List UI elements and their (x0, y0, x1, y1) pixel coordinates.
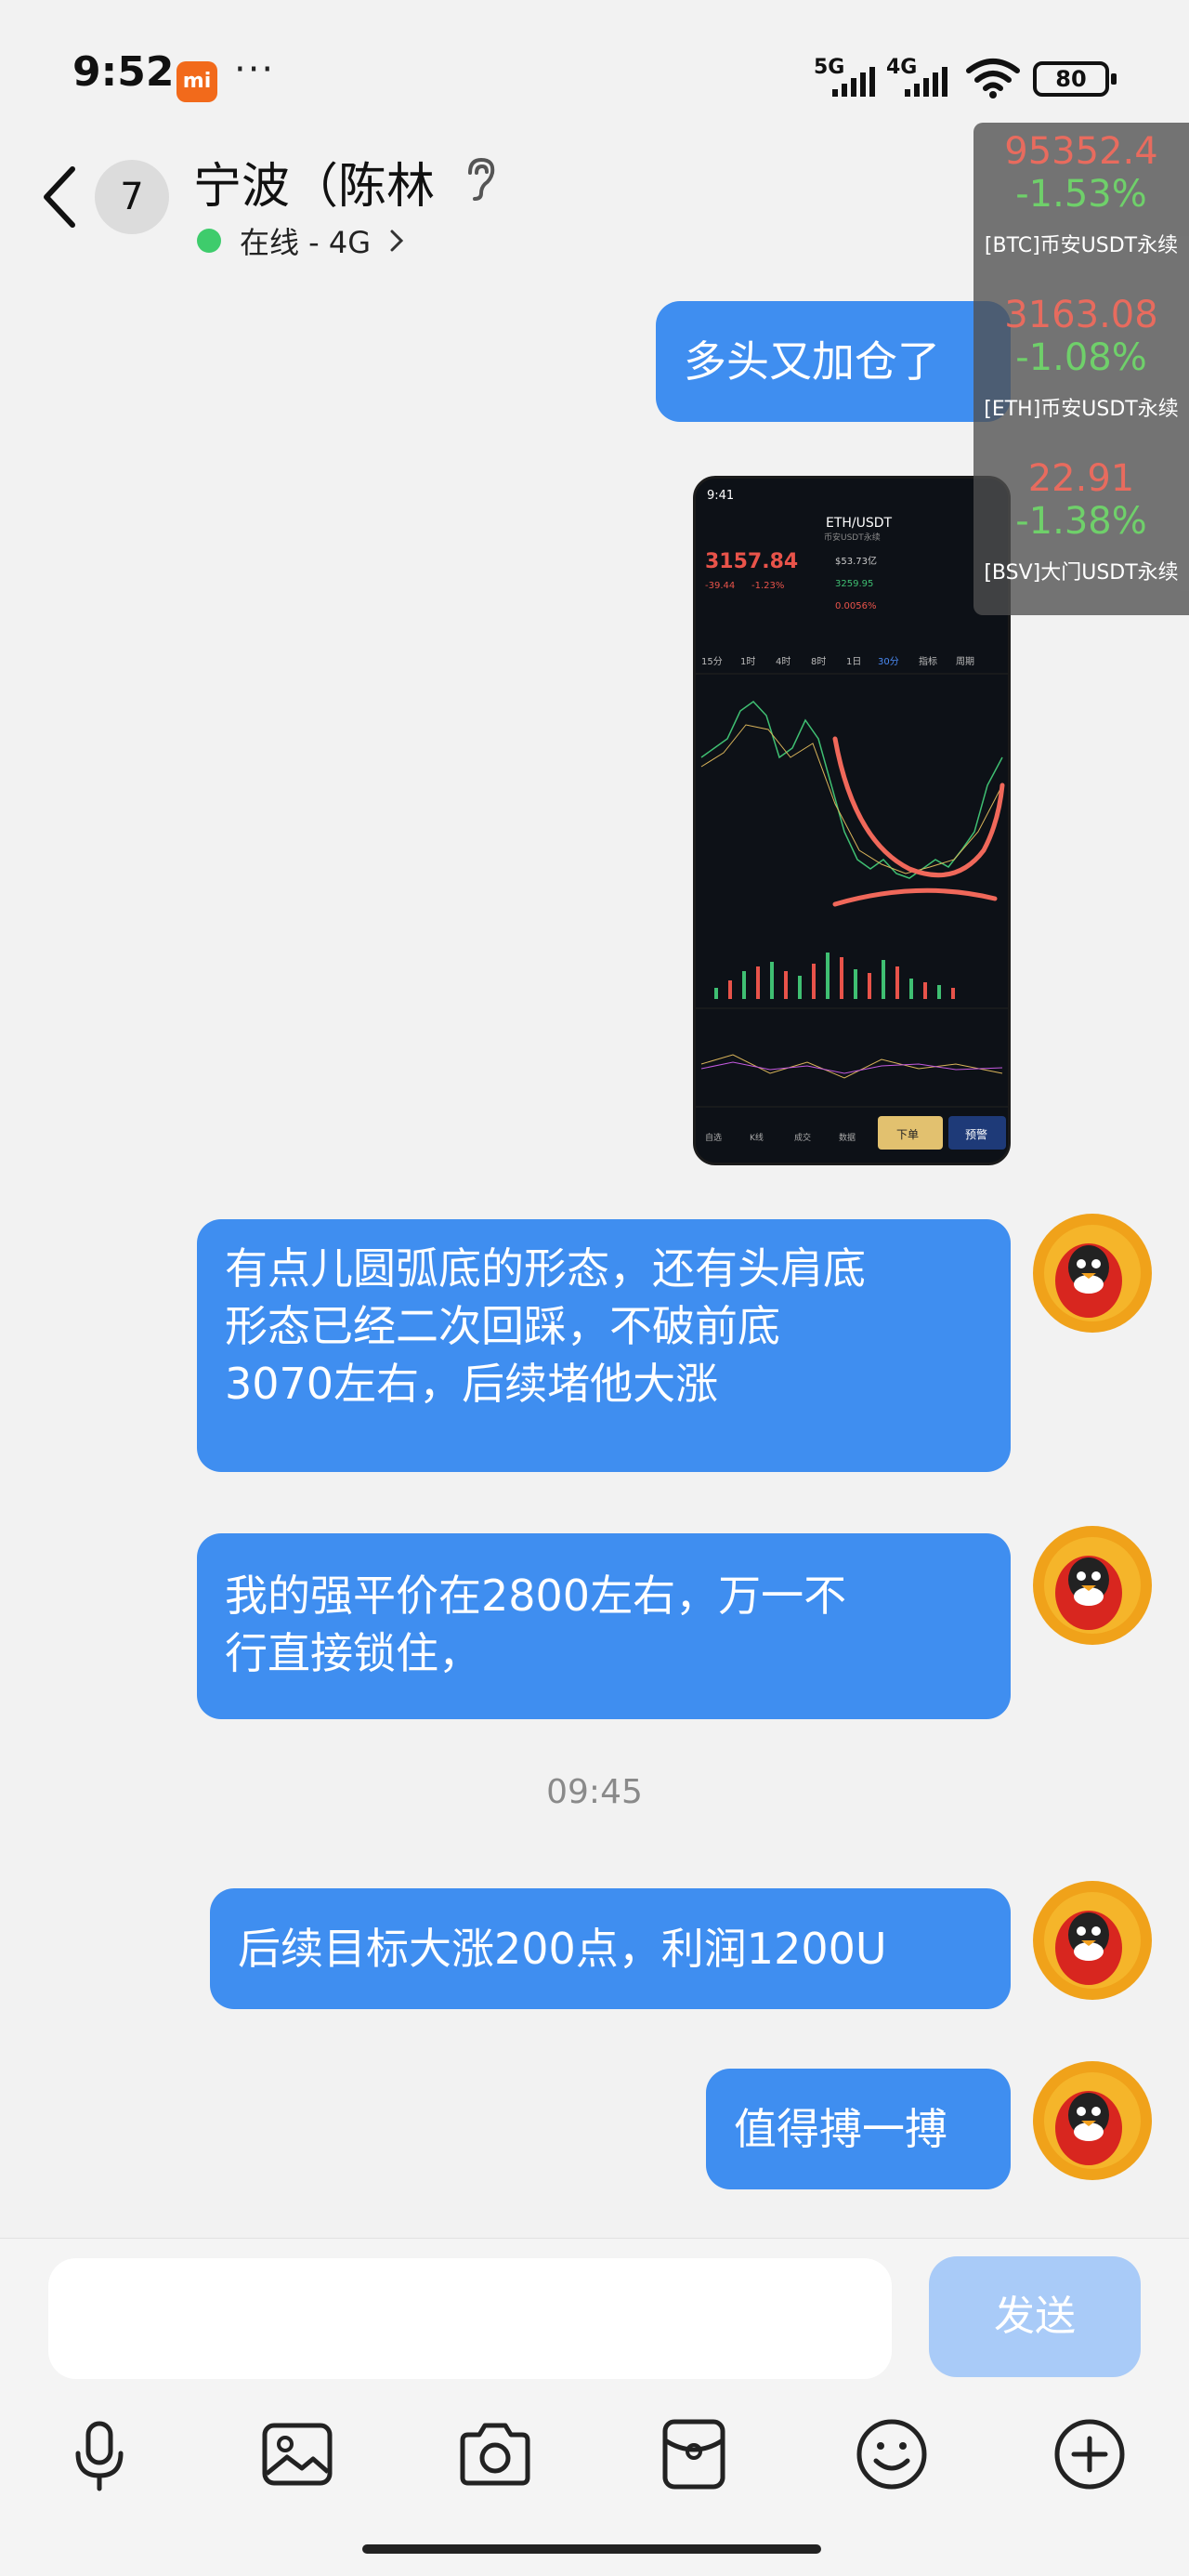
ticker-item: 3163.08 -1.08% [ETH]币安USDT永续 (973, 294, 1189, 422)
shot-time: 9:41 (707, 489, 734, 503)
shot-tab: 1时 (740, 656, 755, 667)
shot-tab: 指标 (919, 655, 937, 667)
shot-price: 3157.84 (705, 550, 798, 573)
signal-4g-icon: 4G (886, 56, 955, 99)
ticker-price: 22.91 (1027, 457, 1135, 500)
ticker-item: 22.91 -1.38% [BSV]大门USDT永续 (973, 457, 1189, 585)
message-text: 值得搏一搏 (734, 2104, 947, 2154)
ticker-label: [ETH]币安USDT永续 (984, 398, 1179, 421)
ear-icon[interactable] (463, 156, 500, 203)
status-time: 9:52 (72, 48, 175, 96)
message-bubble[interactable]: 有点儿圆弧底的形态，还有头肩底 形态已经二次回踩，不破前底 3070左右，后续堵… (197, 1219, 1011, 1472)
message-input[interactable] (48, 2258, 892, 2379)
red-packet-icon[interactable] (652, 2412, 736, 2496)
message-text-line: 形态已经二次回踩，不破前底 (225, 1301, 780, 1351)
shot-tab: 8时 (811, 656, 826, 667)
shot-change: -39.44 (705, 581, 735, 591)
image-icon[interactable] (255, 2412, 339, 2496)
battery-indicator: 80 (1033, 61, 1117, 97)
shot-pair-sub: 币安USDT永续 (824, 532, 881, 543)
message-bubble[interactable]: 我的强平价在2800左右，万一不 行直接锁住， (197, 1533, 1011, 1719)
shot-tab: 15分 (701, 656, 723, 667)
online-dot (197, 229, 221, 253)
message-bubble[interactable]: 后续目标大涨200点，利润1200U (210, 1888, 1011, 2009)
wifi-icon (966, 59, 1020, 99)
message-text: 后续目标大涨200点，利润1200U (238, 1924, 887, 1974)
back-icon[interactable] (37, 160, 84, 234)
ticker-item: 95352.4 -1.53% [BTC]币安USDT永续 (973, 130, 1189, 258)
more-notifications-icon: ··· (234, 48, 276, 91)
shot-funding: 0.0056% (835, 601, 877, 611)
ticker-change: -1.08% (1015, 336, 1147, 379)
chart-screenshot-content: 9:41 ETH/USDT 币安USDT永续 3157.84 -39.44 -1… (696, 479, 1008, 1163)
shot-alert-button: 预警 (965, 1127, 987, 1141)
shot-tab: 4时 (776, 656, 790, 667)
shot-high: 3259.95 (835, 579, 873, 589)
microphone-icon[interactable] (58, 2412, 141, 2496)
shared-chart-image[interactable]: 9:41 ETH/USDT 币安USDT永续 3157.84 -39.44 -1… (693, 476, 1011, 1165)
shot-nav: 数据 (839, 1132, 856, 1143)
shot-nav: K线 (750, 1132, 764, 1143)
ticker-change: -1.38% (1015, 500, 1147, 543)
ticker-change: -1.53% (1015, 173, 1147, 216)
message-text-line: 3070左右，后续堵他大涨 (225, 1359, 719, 1409)
avatar[interactable] (1033, 2061, 1152, 2180)
send-button[interactable]: 发送 (929, 2256, 1141, 2377)
message-bubble[interactable]: 多头又加仓了 (656, 301, 1011, 422)
online-status-row[interactable]: 在线 - 4G (197, 219, 406, 262)
ticker-price: 95352.4 (1004, 130, 1158, 173)
shot-change-pct: -1.23% (751, 581, 784, 591)
shot-tab: 周期 (956, 656, 974, 667)
avatar[interactable] (1033, 1881, 1152, 2000)
chat-title[interactable]: 宁波（陈林 (193, 147, 435, 217)
signal-5g-icon: 5G (814, 56, 882, 99)
shot-volume: $53.73亿 (835, 555, 877, 567)
shot-order-button: 下单 (896, 1128, 919, 1141)
chevron-right-icon (390, 230, 404, 252)
ticker-label: [BTC]币安USDT永续 (984, 234, 1179, 257)
message-timestamp: 09:45 (546, 1773, 643, 1811)
shot-tab: 30分 (878, 656, 899, 667)
mi-notification-icon: mi (176, 61, 217, 102)
camera-icon[interactable] (453, 2412, 537, 2496)
avatar[interactable] (1033, 1214, 1152, 1333)
message-text: 多头又加仓了 (684, 336, 940, 387)
avatar[interactable] (1033, 1526, 1152, 1645)
message-text-line: 有点儿圆弧底的形态，还有头肩底 (225, 1243, 866, 1294)
online-status-text: 在线 - 4G (240, 225, 372, 260)
home-indicator[interactable] (362, 2544, 821, 2554)
plus-icon[interactable] (1048, 2412, 1131, 2496)
shot-pair: ETH/USDT (826, 516, 893, 531)
ticker-label: [BSV]大门USDT永续 (984, 561, 1179, 585)
shot-nav: 成交 (794, 1132, 811, 1143)
price-ticker-overlay[interactable]: 95352.4 -1.53% [BTC]币安USDT永续 3163.08 -1.… (973, 123, 1189, 615)
ticker-price: 3163.08 (1004, 294, 1158, 336)
emoji-icon[interactable] (850, 2412, 934, 2496)
unread-count-badge[interactable]: 7 (95, 160, 169, 234)
message-text-line: 行直接锁住， (225, 1628, 481, 1678)
message-bubble[interactable]: 值得搏一搏 (706, 2069, 1011, 2189)
message-text-line: 我的强平价在2800左右，万一不 (225, 1571, 847, 1621)
shot-nav: 自选 (705, 1132, 722, 1143)
shot-tab: 1日 (846, 657, 861, 667)
